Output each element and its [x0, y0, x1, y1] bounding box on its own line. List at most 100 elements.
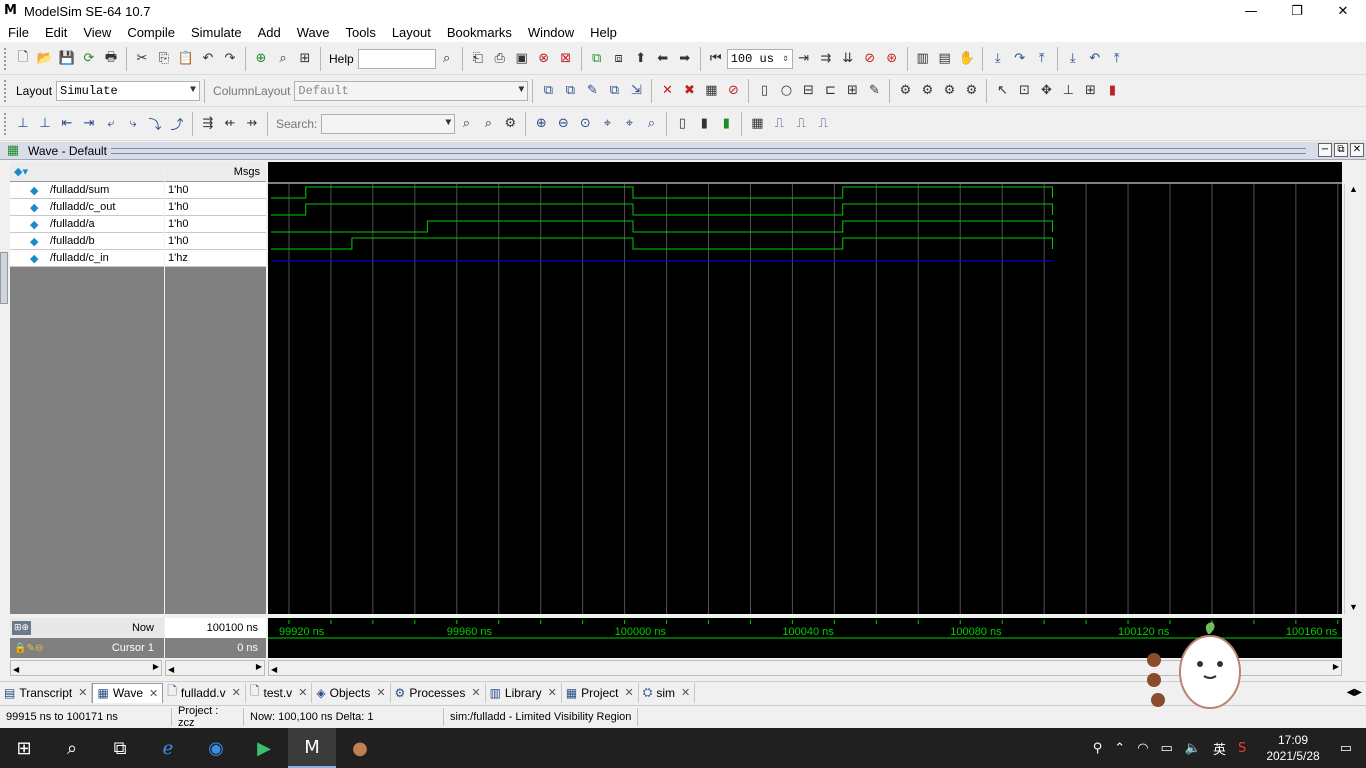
collapse-icon[interactable]: ⇷: [221, 115, 239, 133]
cursor-tools-icon[interactable]: ⊞⊕: [12, 621, 32, 635]
scroll-right-icon[interactable]: ▶: [1333, 662, 1339, 671]
add-icon[interactable]: ⊕: [252, 50, 270, 68]
find-icon[interactable]: ⌕: [274, 50, 292, 68]
open-folder-icon[interactable]: 📂: [36, 50, 54, 68]
pointer-icon[interactable]: ↖: [993, 82, 1011, 100]
break-run-icon[interactable]: ⊘: [861, 50, 879, 68]
tab-wave[interactable]: ▦ Wave ✕: [92, 682, 164, 703]
right-arrow-icon[interactable]: ➡: [676, 50, 694, 68]
tab-processes[interactable]: ⚙ Processes ✕: [391, 682, 486, 703]
delete-icon[interactable]: ✕: [658, 82, 676, 100]
tab-sim[interactable]: ⛭ sim ✕: [639, 682, 696, 703]
menu-compile[interactable]: Compile: [119, 25, 183, 40]
wave-group-icon[interactable]: ⧉: [605, 82, 623, 100]
wave-options-icon[interactable]: ◆▾: [14, 165, 28, 178]
menu-simulate[interactable]: Simulate: [183, 25, 250, 40]
io-icon[interactable]: ⊟: [799, 82, 817, 100]
zoom-cursor-icon[interactable]: ⌖: [598, 115, 616, 133]
signal-icon[interactable]: ▮: [1103, 82, 1121, 100]
windows-start-icon[interactable]: ⊞: [0, 728, 48, 768]
tab-scroll-icon[interactable]: ◀▶: [1347, 687, 1362, 698]
wave-fill-icon[interactable]: ▮: [695, 115, 713, 133]
run-all-icon[interactable]: ⇊: [839, 50, 857, 68]
step-over-icon[interactable]: ↷: [1011, 50, 1029, 68]
fall-edge-icon[interactable]: ⎍: [792, 115, 810, 133]
cursor-add-icon[interactable]: ⊥: [14, 115, 32, 133]
restart-icon[interactable]: ⏮: [707, 50, 725, 68]
menu-window[interactable]: Window: [520, 25, 582, 40]
cut-icon[interactable]: ✂: [133, 50, 151, 68]
cursor-delete-icon[interactable]: ⊥: [36, 115, 54, 133]
gear-icon[interactable]: ⚙: [940, 82, 958, 100]
run-length-input[interactable]: 100 us ⇕: [726, 48, 793, 69]
search-options-icon[interactable]: ⚙: [501, 115, 519, 133]
move-icon[interactable]: ✥: [1037, 82, 1055, 100]
close-tab-icon[interactable]: ✕: [232, 686, 241, 699]
tab-project[interactable]: ▦ Project ✕: [562, 682, 639, 703]
hierarchy-icon[interactable]: ⊞: [296, 50, 314, 68]
search-input[interactable]: ▼: [321, 113, 456, 134]
close-button[interactable]: ✕: [1320, 0, 1366, 22]
bus-icon[interactable]: ⊞: [1081, 82, 1099, 100]
media-player-icon[interactable]: ▶: [240, 728, 288, 768]
edge-browser-icon[interactable]: ℯ: [144, 728, 192, 768]
pen-icon[interactable]: ✎: [865, 82, 883, 100]
tab-objects[interactable]: ◈ Objects ✕: [312, 682, 391, 703]
edit-icon[interactable]: ▦: [702, 82, 720, 100]
reload-icon[interactable]: ⟳: [80, 50, 98, 68]
all-icon[interactable]: ⊞: [843, 82, 861, 100]
step-into-icon[interactable]: ⤓: [989, 50, 1007, 68]
wave-mode-icon[interactable]: ▯: [673, 115, 691, 133]
close-tab-icon[interactable]: ✕: [548, 686, 557, 699]
up-arrow-icon[interactable]: ⬆: [632, 50, 650, 68]
menu-bookmarks[interactable]: Bookmarks: [439, 25, 520, 40]
compile-icon[interactable]: ⎗: [469, 50, 487, 68]
name-pane-hscroll[interactable]: ◀ ▶: [10, 660, 162, 676]
cursor-left-icon[interactable]: ⇤: [58, 115, 76, 133]
close-tab-icon[interactable]: ✕: [681, 686, 690, 699]
zoom-in-icon[interactable]: ⊕: [532, 115, 550, 133]
menu-add[interactable]: Add: [250, 25, 289, 40]
signal-row[interactable]: ◆ /fulladd/b: [10, 233, 164, 250]
close-tab-icon[interactable]: ✕: [376, 686, 385, 699]
scroll-left-icon[interactable]: ◀: [168, 665, 174, 674]
gear-icon[interactable]: ⚙: [962, 82, 980, 100]
undo-icon[interactable]: ↶: [199, 50, 217, 68]
menu-edit[interactable]: Edit: [37, 25, 75, 40]
new-file-icon[interactable]: 🗋: [14, 50, 32, 68]
wave-green-icon[interactable]: ▮: [717, 115, 735, 133]
scroll-left-icon[interactable]: ◀: [13, 665, 19, 674]
search-prev-icon[interactable]: ⌕: [457, 115, 475, 133]
bracket-icon[interactable]: ⊏: [821, 82, 839, 100]
header-divider[interactable]: [110, 147, 1306, 154]
task-view-icon[interactable]: ⧉: [96, 728, 144, 768]
wave-vertical-scrollbar[interactable]: ▲ ▼: [1344, 184, 1362, 614]
rise-edge-icon[interactable]: ⎍: [770, 115, 788, 133]
app-avatar-icon[interactable]: ●: [336, 728, 384, 768]
wave-minimize-button[interactable]: −: [1318, 143, 1332, 157]
signal-row[interactable]: ◆ /fulladd/c_out: [10, 199, 164, 216]
menu-wave[interactable]: Wave: [289, 25, 338, 40]
signal-row[interactable]: ◆ /fulladd/sum: [10, 182, 164, 199]
paste-icon[interactable]: 📋: [177, 50, 195, 68]
help-search-input[interactable]: [357, 48, 436, 69]
modelsim-taskbar-icon[interactable]: M: [288, 728, 336, 768]
step-icon[interactable]: ⤓: [1064, 50, 1082, 68]
tab-library[interactable]: ▥ Library ✕: [486, 682, 562, 703]
edge-any-icon[interactable]: ⤴: [168, 115, 186, 133]
sogou-icon[interactable]: S: [1238, 741, 1246, 756]
search-icon[interactable]: ⌕: [48, 728, 96, 768]
network-icon[interactable]: ◠: [1137, 741, 1148, 756]
chevron-down-icon[interactable]: ▼: [518, 85, 524, 96]
wave-undock-button[interactable]: ⧉: [1334, 143, 1348, 157]
wave-edit-icon[interactable]: ✎: [583, 82, 601, 100]
search-next-icon[interactable]: ⌕: [479, 115, 497, 133]
pane-splitter-handle[interactable]: [0, 252, 8, 304]
print-icon[interactable]: 🖶: [102, 50, 120, 68]
performance-icon[interactable]: ▥: [914, 50, 932, 68]
wave-close-button[interactable]: ✕: [1350, 143, 1364, 157]
run-icon[interactable]: ⇥: [795, 50, 813, 68]
compile-all-icon[interactable]: ⎙: [491, 50, 509, 68]
scroll-up-icon[interactable]: ▲: [1345, 184, 1362, 194]
gear-icon[interactable]: ⚙: [918, 82, 936, 100]
